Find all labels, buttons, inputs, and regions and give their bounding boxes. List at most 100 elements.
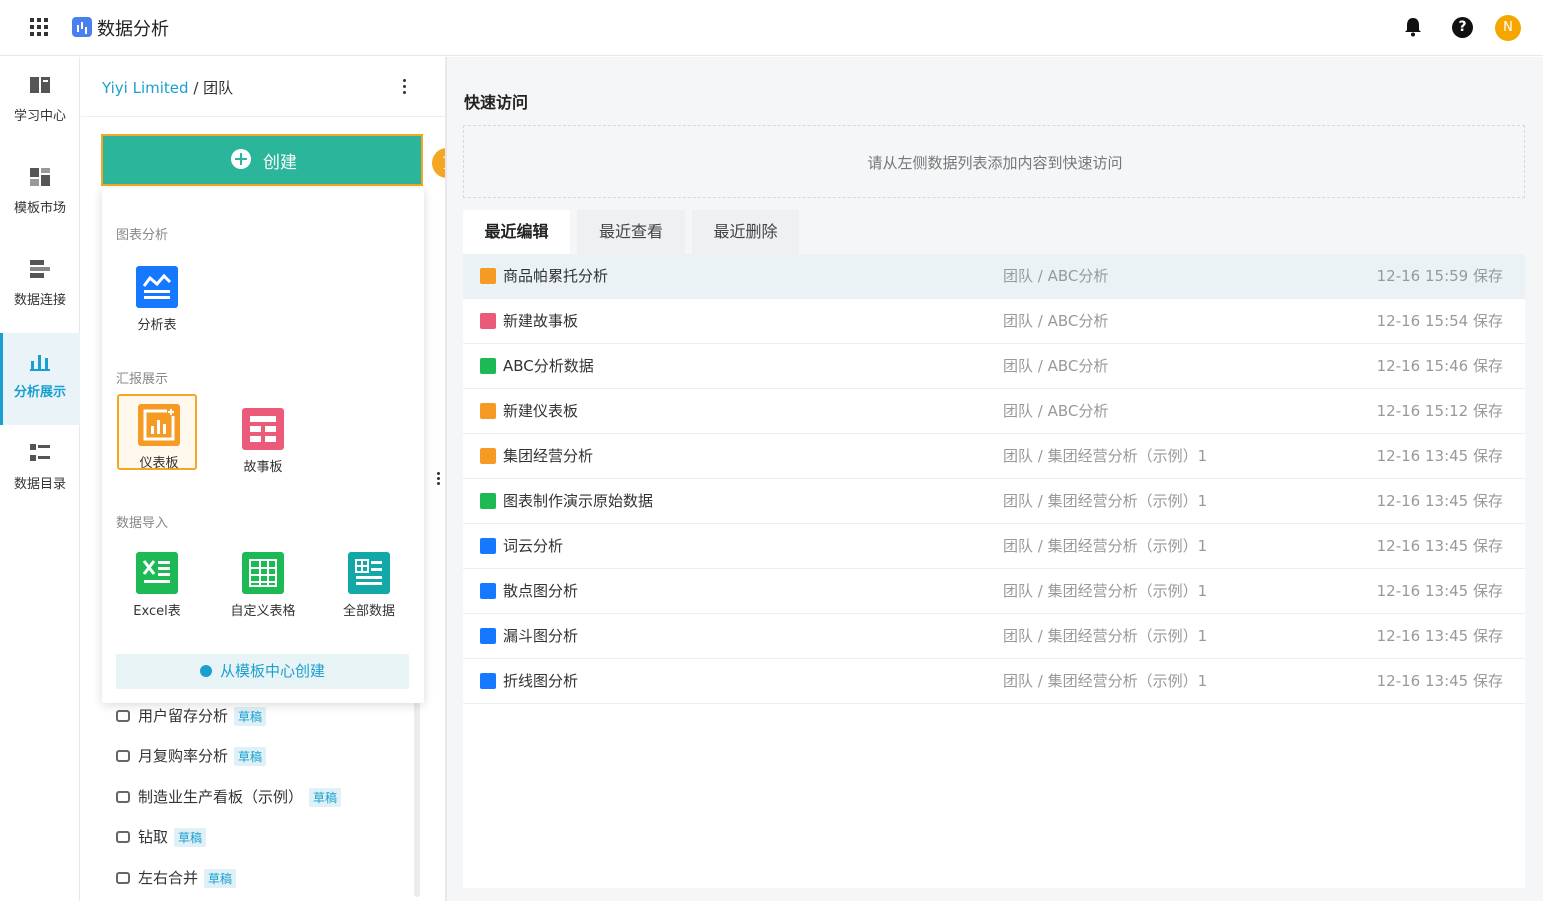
row-path: 团队 / ABC分析: [1003, 402, 1109, 420]
dashboard-icon: [480, 448, 496, 464]
row-time: 12-16 15:54 保存: [1376, 312, 1503, 330]
draft-icon: [116, 831, 130, 843]
table-icon: [480, 493, 496, 509]
tile-label: 分析表: [137, 318, 177, 333]
table-row[interactable]: 集团经营分析 团队 / 集团经营分析（示例）1 12-16 13:45 保存: [463, 434, 1525, 479]
avatar[interactable]: N: [1495, 15, 1521, 41]
story-icon: [480, 313, 496, 329]
row-name: 散点图分析: [503, 582, 579, 600]
nav-label: 数据连接: [13, 293, 66, 308]
nav-item-learning[interactable]: 学习中心: [0, 57, 80, 149]
resize-handle-icon[interactable]: [437, 472, 440, 486]
quick-access-dropzone[interactable]: 请从左侧数据列表添加内容到快速访问: [463, 125, 1525, 198]
table-row[interactable]: 新建故事板 团队 / ABC分析 12-16 15:54 保存: [463, 299, 1525, 344]
row-path: 团队 / 集团经营分析（示例）1: [1003, 537, 1208, 555]
row-name: 新建故事板: [503, 312, 579, 330]
analysis-icon: [480, 583, 496, 599]
row-path: 团队 / 集团经营分析（示例）1: [1003, 627, 1208, 645]
dataset-icon: [348, 552, 390, 594]
tile-all-data[interactable]: 全部数据: [329, 544, 409, 620]
breadcrumb-org[interactable]: Yiyi Limited: [102, 79, 189, 97]
row-path: 团队 / 集团经营分析（示例）1: [1003, 672, 1208, 690]
nav-item-templates[interactable]: 模板市场: [0, 149, 80, 241]
draft-badge: 草稿: [234, 707, 267, 726]
row-name: 商品帕累托分析: [503, 267, 609, 285]
tile-label: 仪表板: [139, 456, 179, 471]
analysis-icon: [480, 628, 496, 644]
create-menu: 图表分析 分析表 汇报展示 仪表板 故事板 数据导入 Excel表 自定义表格 …: [102, 188, 424, 703]
create-button[interactable]: 创建: [101, 134, 423, 186]
draft-badge: 草稿: [234, 747, 267, 766]
table-row[interactable]: 词云分析 团队 / 集团经营分析（示例）1 12-16 13:45 保存: [463, 524, 1525, 569]
panel-scrollbar[interactable]: [414, 697, 420, 897]
section-title-chart: 图表分析: [116, 228, 169, 243]
book-icon: [30, 77, 50, 93]
story-icon: [242, 408, 284, 450]
tab-recent-view[interactable]: 最近查看: [577, 210, 685, 254]
list-item[interactable]: 月复购率分析 草稿: [116, 745, 267, 771]
list-item[interactable]: 用户留存分析 草稿: [116, 705, 267, 731]
draft-badge: 草稿: [174, 828, 207, 847]
table-row[interactable]: ABC分析数据 团队 / ABC分析 12-16 15:46 保存: [463, 344, 1525, 389]
row-time: 12-16 13:45 保存: [1376, 627, 1503, 645]
nav-label: 数据目录: [13, 477, 66, 492]
bell-icon[interactable]: [1404, 17, 1422, 37]
tab-recent-delete[interactable]: 最近删除: [692, 210, 799, 254]
top-bar: 数据分析 ? N: [0, 0, 1543, 56]
dashboard-icon: [480, 403, 496, 419]
list-item[interactable]: 制造业生产看板（示例） 草稿: [116, 786, 342, 812]
row-name: 集团经营分析: [503, 447, 594, 465]
apps-grid-icon[interactable]: [30, 18, 48, 36]
tile-label: Excel表: [133, 604, 181, 619]
table-icon: [242, 552, 284, 594]
table-row[interactable]: 图表制作演示原始数据 团队 / 集团经营分析（示例）1 12-16 13:45 保存: [463, 479, 1525, 524]
template-icon: [30, 168, 50, 186]
analysis-icon: [480, 538, 496, 554]
row-name: 折线图分析: [503, 672, 579, 690]
tile-custom-table[interactable]: 自定义表格: [223, 544, 303, 620]
help-icon[interactable]: ?: [1452, 17, 1473, 38]
draft-icon: [116, 710, 130, 722]
table-row[interactable]: 散点图分析 团队 / 集团经营分析（示例）1 12-16 13:45 保存: [463, 569, 1525, 614]
dashboard-icon: [480, 268, 496, 284]
table-row[interactable]: 漏斗图分析 团队 / 集团经营分析（示例）1 12-16 13:45 保存: [463, 614, 1525, 659]
tile-excel[interactable]: Excel表: [117, 544, 197, 620]
breadcrumb-separator: /: [188, 79, 204, 97]
section-title-import: 数据导入: [116, 516, 169, 531]
nav-item-connection[interactable]: 数据连接: [0, 241, 80, 333]
row-time: 12-16 13:45 保存: [1376, 447, 1503, 465]
tab-recent-edit[interactable]: 最近编辑: [463, 210, 570, 254]
excel-icon: [136, 552, 178, 594]
table-row[interactable]: 新建仪表板 团队 / ABC分析 12-16 15:12 保存: [463, 389, 1525, 434]
nav-label: 模板市场: [13, 201, 66, 216]
row-name: 新建仪表板: [503, 402, 579, 420]
list-item[interactable]: 左右合并 草稿: [116, 867, 237, 893]
nav-item-analysis[interactable]: 分析展示: [0, 333, 80, 425]
analysis-icon: [480, 673, 496, 689]
tile-story[interactable]: 故事板: [223, 400, 303, 476]
tile-analysis[interactable]: 分析表: [117, 258, 197, 334]
draft-badge: 草稿: [309, 788, 342, 807]
panel-header: Yiyi Limited / 团队: [81, 57, 445, 117]
row-name: ABC分析数据: [503, 357, 594, 375]
row-time: 12-16 15:12 保存: [1376, 402, 1503, 420]
list-item[interactable]: 钻取 草稿: [116, 826, 207, 852]
app-logo-icon: [72, 17, 92, 37]
row-name: 图表制作演示原始数据: [503, 492, 654, 510]
draft-name: 月复购率分析: [138, 747, 229, 765]
row-time: 12-16 15:59 保存: [1376, 267, 1503, 285]
create-from-template-button[interactable]: 从模板中心创建: [116, 654, 409, 689]
tile-label: 故事板: [243, 460, 283, 475]
table-row[interactable]: 折线图分析 团队 / 集团经营分析（示例）1 12-16 13:45 保存: [463, 659, 1525, 704]
nav-item-catalog[interactable]: 数据目录: [0, 425, 80, 517]
tile-dashboard[interactable]: 仪表板: [117, 394, 197, 471]
nav-label: 分析展示: [13, 385, 66, 400]
row-path: 团队 / 集团经营分析（示例）1: [1003, 447, 1208, 465]
analysis-icon: [136, 266, 178, 308]
table-row[interactable]: 商品帕累托分析 团队 / ABC分析 12-16 15:59 保存: [463, 254, 1525, 299]
row-time: 12-16 13:45 保存: [1376, 492, 1503, 510]
more-options-icon[interactable]: [403, 79, 407, 95]
main-content: 快速访问 请从左侧数据列表添加内容到快速访问 最近编辑 最近查看 最近删除 商品…: [447, 57, 1543, 901]
nav-label: 学习中心: [13, 109, 66, 124]
breadcrumb: Yiyi Limited / 团队: [102, 77, 233, 98]
